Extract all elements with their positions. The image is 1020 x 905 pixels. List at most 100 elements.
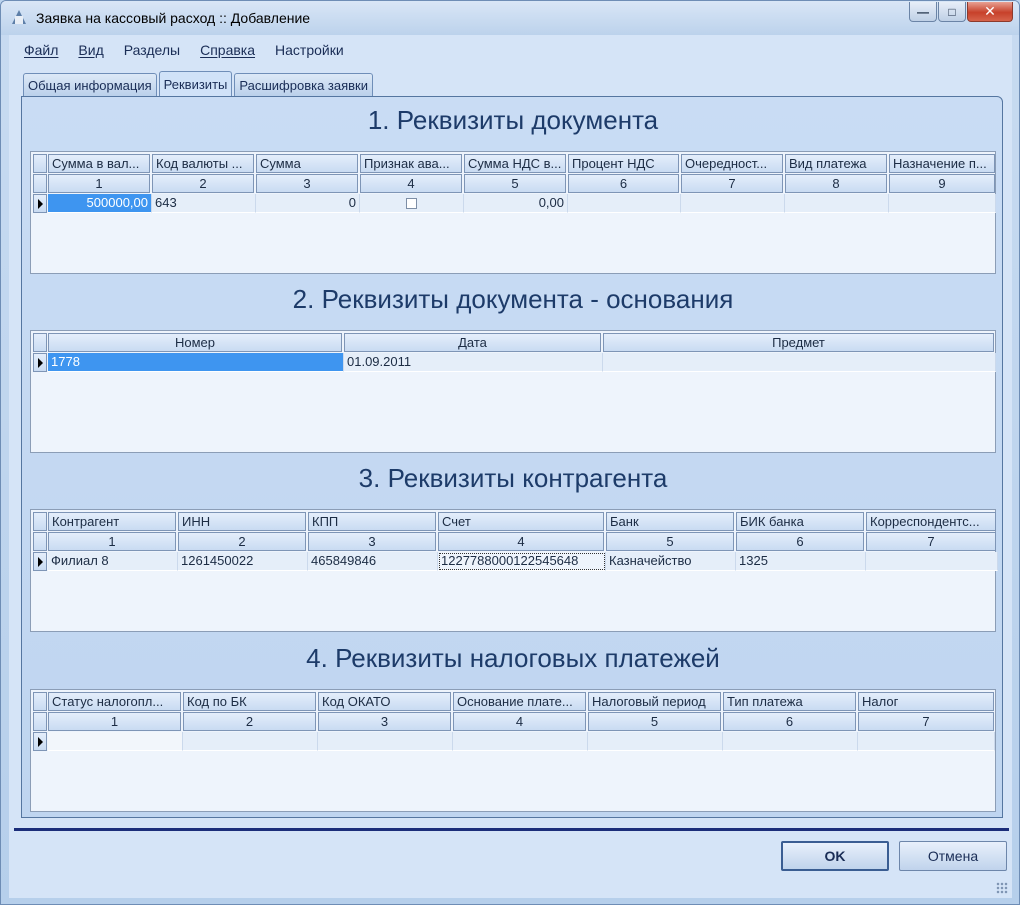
table-cell[interactable] — [183, 732, 318, 751]
column-header[interactable]: Основание плате... — [453, 692, 586, 711]
column-header[interactable]: Тип платежа — [723, 692, 856, 711]
column-number: 1 — [48, 712, 181, 731]
column-header[interactable]: Код ОКАТО — [318, 692, 451, 711]
row-header-corner — [33, 154, 47, 173]
column-number: 7 — [866, 532, 996, 551]
column-header[interactable]: Сумма в вал... — [48, 154, 150, 173]
window-title: Заявка на кассовый расход :: Добавление — [36, 10, 311, 26]
table-cell[interactable]: 01.09.2011 — [344, 353, 603, 372]
title-bar[interactable]: Заявка на кассовый расход :: Добавление … — [1, 1, 1019, 35]
table-cell[interactable]: 0,00 — [464, 194, 568, 213]
column-header[interactable]: Код валюты ... — [152, 154, 254, 173]
column-header[interactable]: Процент НДС — [568, 154, 679, 173]
column-header[interactable]: БИК банка — [736, 512, 864, 531]
table-cell[interactable] — [568, 194, 681, 213]
column-header[interactable]: Код по БК — [183, 692, 316, 711]
column-number: 9 — [889, 174, 995, 193]
table-cell[interactable] — [453, 732, 588, 751]
menu-help[interactable]: Справка — [200, 42, 255, 58]
table-cell[interactable]: 500000,00 — [48, 194, 152, 213]
tab-general[interactable]: Общая информация — [23, 73, 157, 97]
table-cell[interactable] — [858, 732, 995, 751]
column-header[interactable]: КПП — [308, 512, 436, 531]
table-cell[interactable]: 1778 — [48, 353, 344, 372]
cancel-button[interactable]: Отмена — [899, 841, 1007, 871]
column-header[interactable]: Номер — [48, 333, 342, 352]
column-number: 1 — [48, 532, 176, 551]
section-title-document: 1. Реквизиты документа — [367, 105, 659, 135]
row-header-corner — [33, 512, 47, 531]
column-header[interactable]: Назначение п... — [889, 154, 995, 173]
minimize-icon[interactable]: — — [909, 2, 937, 22]
table-cell[interactable] — [785, 194, 889, 213]
column-number: 2 — [178, 532, 306, 551]
row-header-corner — [33, 532, 47, 551]
table-cell[interactable] — [889, 194, 996, 213]
table-cell[interactable]: 1261450022 — [178, 552, 308, 571]
column-header[interactable]: Налоговый период — [588, 692, 721, 711]
table-cell[interactable] — [588, 732, 723, 751]
table-cell[interactable] — [603, 353, 996, 372]
row-indicator-icon[interactable] — [33, 552, 47, 571]
menu-settings[interactable]: Настройки — [275, 42, 344, 58]
row-indicator-icon[interactable] — [33, 732, 47, 751]
table-cell[interactable]: 465849846 — [308, 552, 438, 571]
column-number: 5 — [606, 532, 734, 551]
table-row[interactable]: 500000,00 643 0 0,00 — [33, 194, 996, 213]
column-header[interactable]: Сумма — [256, 154, 358, 173]
table-cell[interactable] — [48, 732, 183, 751]
menu-view[interactable]: Вид — [78, 42, 103, 58]
table-cell[interactable]: 1325 — [736, 552, 866, 571]
ok-button[interactable]: OK — [781, 841, 889, 871]
table-cell[interactable] — [723, 732, 858, 751]
column-number: 7 — [681, 174, 783, 193]
column-header[interactable]: ИНН — [178, 512, 306, 531]
column-number: 6 — [568, 174, 679, 193]
close-icon[interactable]: ✕ — [967, 2, 1013, 22]
advance-checkbox[interactable] — [406, 198, 417, 210]
column-number: 6 — [723, 712, 856, 731]
column-header[interactable]: Дата — [344, 333, 601, 352]
row-header-corner — [33, 333, 47, 352]
table-cell[interactable]: 1227788000122545648 — [438, 552, 606, 571]
row-indicator-icon[interactable] — [33, 194, 47, 213]
column-number: 1 — [48, 174, 150, 193]
column-number: 8 — [785, 174, 887, 193]
section-title-tax: 4. Реквизиты налоговых платежей — [306, 643, 720, 673]
column-header[interactable]: Признак ава... — [360, 154, 462, 173]
column-number: 3 — [256, 174, 358, 193]
row-indicator-icon[interactable] — [33, 353, 47, 372]
tab-breakdown[interactable]: Расшифровка заявки — [234, 73, 373, 97]
menu-sections[interactable]: Разделы — [124, 42, 180, 58]
column-header[interactable]: Налог — [858, 692, 994, 711]
column-header[interactable]: Счет — [438, 512, 604, 531]
column-header[interactable]: Предмет — [603, 333, 994, 352]
table-cell[interactable]: 643 — [152, 194, 256, 213]
dialog-window: Заявка на кассовый расход :: Добавление … — [0, 0, 1020, 905]
column-header[interactable]: Корреспондентс... — [866, 512, 996, 531]
table-cell[interactable]: Филиал 8 — [48, 552, 178, 571]
resize-grip-icon[interactable] — [996, 882, 1008, 894]
table-cell[interactable] — [360, 194, 464, 213]
table-row[interactable]: 1778 01.09.2011 — [33, 353, 996, 372]
grid-basis: Номер Дата Предмет 1778 01.09.2011 — [30, 330, 996, 453]
column-number: 4 — [360, 174, 462, 193]
menu-file[interactable]: Файл — [24, 42, 58, 58]
column-header[interactable]: Очередност... — [681, 154, 783, 173]
maximize-icon[interactable]: □ — [938, 2, 966, 22]
table-cell[interactable] — [681, 194, 785, 213]
table-cell[interactable]: Казначейство — [606, 552, 736, 571]
table-row[interactable] — [33, 732, 995, 751]
grid-number-row: 1 2 3 4 5 6 7 — [33, 532, 998, 551]
column-header[interactable]: Банк — [606, 512, 734, 531]
column-header[interactable]: Статус налогопл... — [48, 692, 181, 711]
table-cell[interactable] — [866, 552, 998, 571]
table-row[interactable]: Филиал 8 1261450022 465849846 1227788000… — [33, 552, 998, 571]
menu-bar: Файл Вид Разделы Справка Настройки — [9, 35, 1012, 65]
tab-requisites[interactable]: Реквизиты — [158, 71, 233, 97]
column-header[interactable]: Вид платежа — [785, 154, 887, 173]
table-cell[interactable] — [318, 732, 453, 751]
table-cell[interactable]: 0 — [256, 194, 360, 213]
column-header[interactable]: Сумма НДС в... — [464, 154, 566, 173]
column-header[interactable]: Контрагент — [48, 512, 176, 531]
